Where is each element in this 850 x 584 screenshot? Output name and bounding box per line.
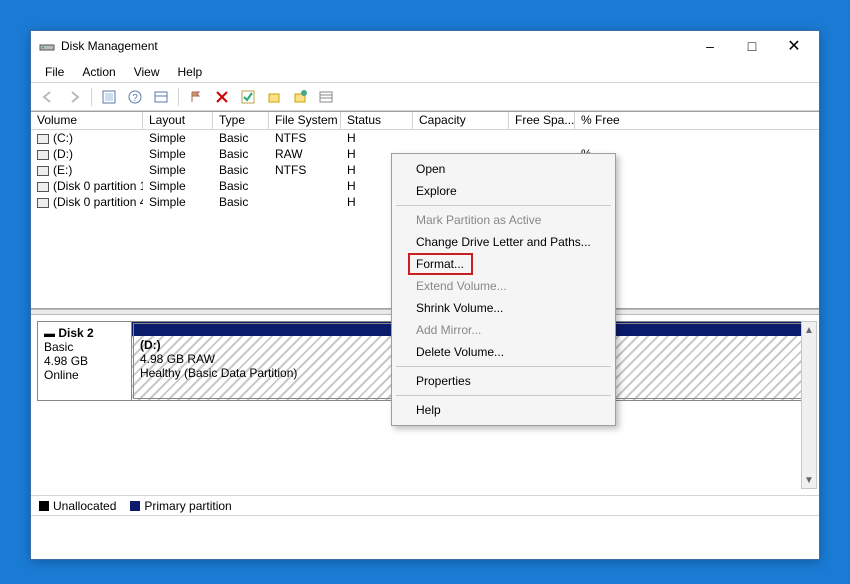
col-type[interactable]: Type [213, 112, 269, 129]
toolbar: ? [31, 83, 819, 111]
drive-icon: ▬ [44, 328, 55, 340]
menu-view[interactable]: View [126, 63, 168, 81]
tool-delete-icon[interactable] [211, 86, 233, 108]
col-layout[interactable]: Layout [143, 112, 213, 129]
tool-list-icon[interactable] [315, 86, 337, 108]
menu-item-extend-volume: Extend Volume... [394, 275, 613, 297]
close-button[interactable]: ✕ [773, 31, 815, 61]
highlight-box [408, 253, 473, 275]
menu-item-change-drive-letter-and-paths[interactable]: Change Drive Letter and Paths... [394, 231, 613, 253]
tool-check-icon[interactable] [237, 86, 259, 108]
disk-label[interactable]: ▬ Disk 2 Basic 4.98 GB Online [38, 322, 132, 400]
tool-newvol-icon[interactable] [263, 86, 285, 108]
col-filesystem[interactable]: File System [269, 112, 341, 129]
disk-name: Disk 2 [58, 326, 93, 340]
menu-help[interactable]: Help [170, 63, 211, 81]
scroll-down-icon[interactable]: ▼ [802, 472, 816, 488]
forward-button[interactable] [63, 86, 85, 108]
menubar: File Action View Help [31, 61, 819, 83]
disk-size: 4.98 GB [44, 354, 88, 368]
drive-icon [37, 182, 49, 192]
menu-item-format[interactable]: Format... [394, 253, 613, 275]
menu-item-shrink-volume[interactable]: Shrink Volume... [394, 297, 613, 319]
tool-flag-icon[interactable] [185, 86, 207, 108]
legend: Unallocated Primary partition [31, 495, 819, 515]
svg-text:?: ? [132, 93, 138, 104]
menu-file[interactable]: File [37, 63, 72, 81]
drive-icon [37, 166, 49, 176]
maximize-button[interactable]: □ [731, 31, 773, 61]
partition-health: Healthy (Basic Data Partition) [140, 366, 297, 380]
menu-separator [396, 395, 611, 396]
partition-size: 4.98 GB RAW [140, 352, 215, 366]
col-freespace[interactable]: Free Spa... [509, 112, 575, 129]
drive-icon [37, 198, 49, 208]
disk-status: Online [44, 368, 79, 382]
statusbar [31, 515, 819, 533]
menu-item-add-mirror: Add Mirror... [394, 319, 613, 341]
menu-separator [396, 205, 611, 206]
scroll-up-icon[interactable]: ▲ [802, 322, 816, 338]
col-capacity[interactable]: Capacity [413, 112, 509, 129]
menu-item-properties[interactable]: Properties [394, 370, 613, 392]
menu-item-explore[interactable]: Explore [394, 180, 613, 202]
table-row[interactable]: (C:)SimpleBasicNTFSH [31, 130, 819, 146]
window-title: Disk Management [61, 39, 689, 53]
menu-separator [396, 366, 611, 367]
legend-unallocated-swatch [39, 501, 49, 511]
legend-primary: Primary partition [144, 499, 231, 513]
back-button[interactable] [37, 86, 59, 108]
column-headers[interactable]: Volume Layout Type File System Status Ca… [31, 112, 819, 130]
col-status[interactable]: Status [341, 112, 413, 129]
drive-icon [39, 38, 55, 54]
menu-item-open[interactable]: Open [394, 158, 613, 180]
tool-settings-icon[interactable] [150, 86, 172, 108]
minimize-button[interactable]: – [689, 31, 731, 61]
tool-help-icon[interactable]: ? [124, 86, 146, 108]
disk-type: Basic [44, 340, 73, 354]
menu-item-help[interactable]: Help [394, 399, 613, 421]
partition-text: (D:) 4.98 GB RAW Healthy (Basic Data Par… [140, 338, 297, 380]
scrollbar[interactable]: ▲ ▼ [801, 321, 817, 489]
menu-action[interactable]: Action [74, 63, 123, 81]
context-menu[interactable]: OpenExplore Mark Partition as ActiveChang… [391, 153, 616, 426]
drive-icon [37, 134, 49, 144]
legend-primary-swatch [130, 501, 140, 511]
legend-unallocated: Unallocated [53, 499, 116, 513]
tool-refresh-icon[interactable] [98, 86, 120, 108]
disk-management-window: Disk Management – □ ✕ File Action View H… [30, 30, 820, 560]
drive-icon [37, 150, 49, 160]
partition-letter: (D:) [140, 338, 161, 352]
menu-item-mark-partition-as-active: Mark Partition as Active [394, 209, 613, 231]
col-volume[interactable]: Volume [31, 112, 143, 129]
col-pctfree[interactable]: % Free [575, 112, 645, 129]
tool-newdisk-icon[interactable] [289, 86, 311, 108]
menu-item-delete-volume[interactable]: Delete Volume... [394, 341, 613, 363]
titlebar[interactable]: Disk Management – □ ✕ [31, 31, 819, 61]
